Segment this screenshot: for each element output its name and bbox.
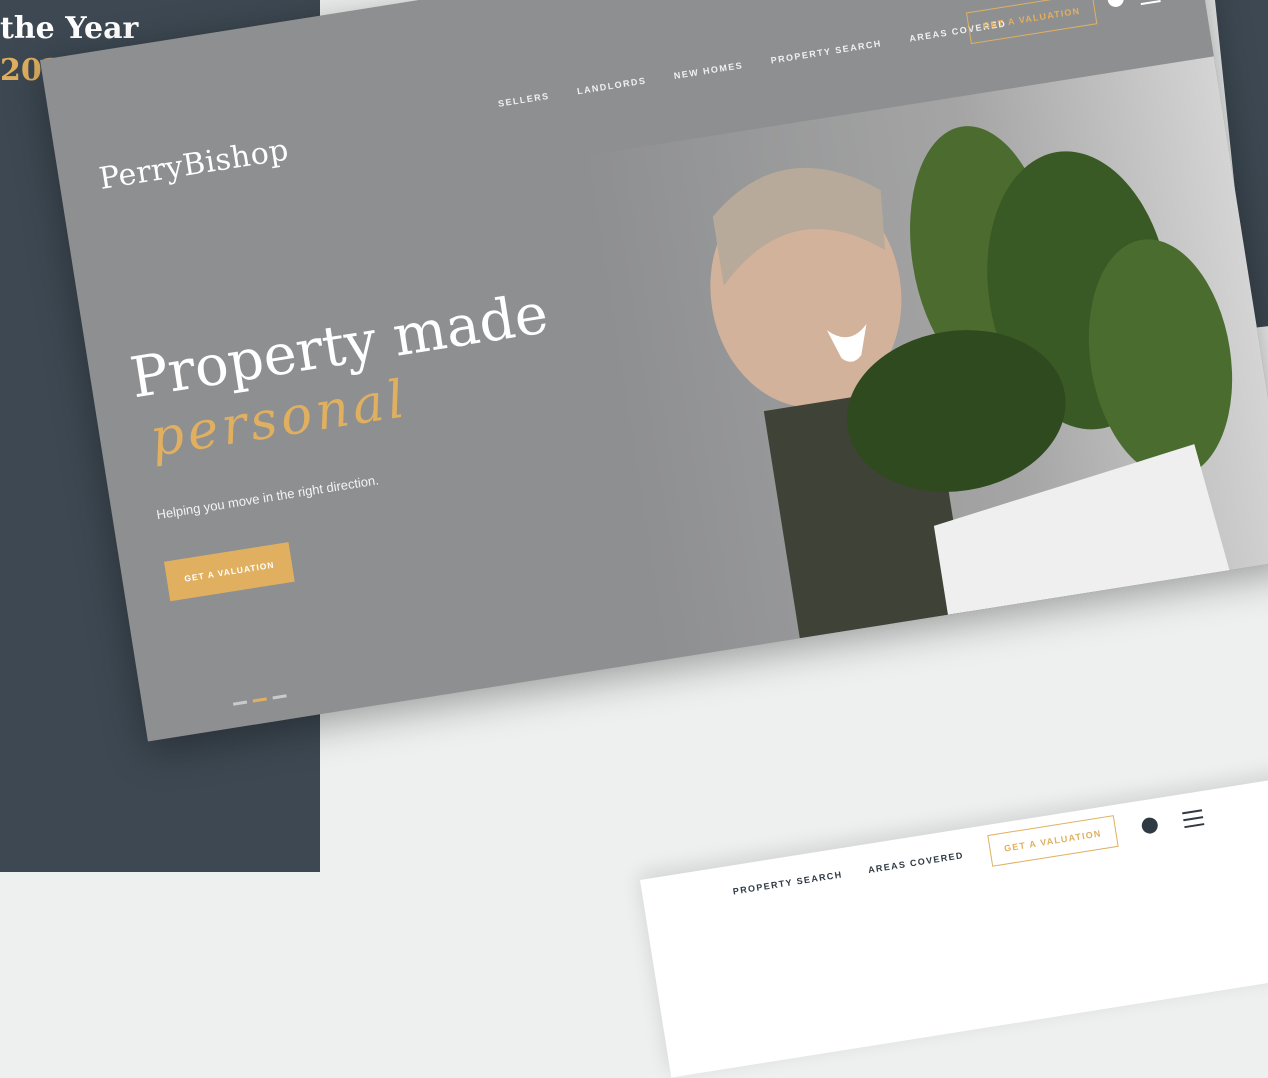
secondary-user-icon[interactable]: [1140, 816, 1159, 835]
secondary-nav: PROPERTY SEARCH AREAS COVERED GET A VALU…: [730, 801, 1205, 907]
site-logo[interactable]: PerryBishop: [97, 132, 291, 197]
get-valuation-header-button[interactable]: GET A VALUATION: [965, 0, 1098, 45]
main-nav: SELLERS LANDLORDS NEW HOMES PROPERTY SEA…: [497, 18, 1007, 108]
award-line-1: the Year: [0, 11, 139, 46]
nav-sellers[interactable]: SELLERS: [497, 91, 550, 109]
secondary-nav-areas-covered[interactable]: AREAS COVERED: [867, 850, 964, 875]
hero-image: [581, 56, 1268, 661]
website-mockup-main: PerryBishop SELLERS LANDLORDS NEW HOMES …: [40, 0, 1268, 742]
hamburger-menu-icon[interactable]: [1138, 0, 1161, 6]
hero-slider-dots: [232, 694, 287, 706]
secondary-nav-property-search[interactable]: PROPERTY SEARCH: [732, 869, 843, 896]
get-valuation-cta-button[interactable]: GET A VALUATION: [164, 542, 295, 602]
nav-landlords[interactable]: LANDLORDS: [576, 75, 647, 96]
nav-property-search[interactable]: PROPERTY SEARCH: [770, 38, 883, 65]
hero-subtitle: Helping you move in the right direction.: [155, 472, 380, 523]
slider-dot[interactable]: [232, 700, 248, 706]
website-mockup-secondary: PROPERTY SEARCH AREAS COVERED GET A VALU…: [640, 767, 1268, 1078]
nav-new-homes[interactable]: NEW HOMES: [673, 60, 744, 81]
slider-dot-active[interactable]: [252, 697, 267, 703]
user-account-icon[interactable]: [1106, 0, 1125, 9]
slider-dot[interactable]: [272, 694, 287, 700]
hero-illustration: [710, 126, 1233, 639]
secondary-hamburger-icon[interactable]: [1182, 809, 1205, 829]
secondary-get-valuation-button[interactable]: GET A VALUATION: [986, 815, 1119, 867]
